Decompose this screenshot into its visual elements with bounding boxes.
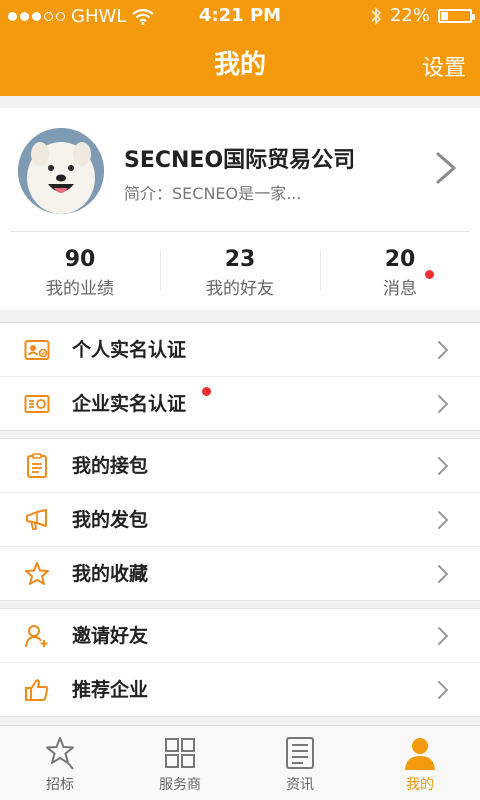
unread-badge — [425, 270, 434, 279]
referral-group: 邀请好友 推荐企业 — [0, 608, 480, 717]
tab-mine[interactable]: 我的 — [360, 726, 480, 800]
stat-value: 23 — [224, 247, 256, 272]
divider — [10, 231, 470, 232]
stat-value: 20 — [384, 247, 416, 272]
chevron-right-icon — [438, 341, 449, 359]
tab-label: 我的 — [406, 777, 434, 793]
status-right: 22% — [370, 5, 475, 26]
stat-label-wrap: 消息 — [383, 270, 434, 299]
bluetooth-icon — [371, 6, 382, 25]
chevron-right-icon — [438, 681, 449, 699]
list-item-label: 企业实名认证 — [72, 393, 187, 415]
star-icon — [25, 562, 49, 585]
stat-value: 90 — [64, 247, 96, 272]
stats-row: 90 我的业绩 23 我的好友 20 消息 — [0, 241, 480, 301]
list-item-label: 我的发包 — [72, 509, 149, 531]
thumbs-up-icon — [25, 679, 49, 701]
verification-group: 个人实名认证 企业实名认证 — [0, 322, 480, 431]
id-card-icon — [24, 340, 50, 360]
stat-performance[interactable]: 90 我的业绩 — [0, 241, 160, 301]
tab-news[interactable]: 资讯 — [240, 726, 360, 800]
clipboard-icon — [27, 453, 47, 478]
settings-button[interactable]: 设置 — [422, 50, 466, 82]
company-intro: 简介：SECNEO是一家... — [124, 184, 302, 203]
megaphone-icon — [26, 509, 47, 530]
tab-label: 资讯 — [286, 777, 314, 793]
stat-label: 消息 — [383, 279, 417, 299]
list-item-my-published[interactable]: 我的发包 — [0, 492, 480, 546]
notification-badge — [202, 387, 211, 396]
list-item-my-received[interactable]: 我的接包 — [0, 439, 480, 492]
tab-label: 服务商 — [159, 777, 201, 793]
tab-bidding[interactable]: 招标 — [0, 726, 120, 800]
list-item-label: 邀请好友 — [72, 625, 149, 647]
chevron-right-icon — [438, 627, 449, 645]
grid-icon — [165, 738, 195, 768]
list-item-label: 个人实名认证 — [72, 339, 187, 361]
list-item-label: 我的收藏 — [72, 563, 149, 585]
list-item-invite-friends[interactable]: 邀请好友 — [0, 609, 480, 662]
chevron-right-icon — [438, 565, 449, 583]
news-icon — [286, 737, 314, 769]
chevron-right-icon — [438, 457, 449, 475]
list-item-label: 我的接包 — [72, 455, 149, 477]
chevron-right-icon — [438, 395, 449, 413]
person-icon — [405, 738, 435, 770]
list-item-company-verification[interactable]: 企业实名认证 — [0, 376, 480, 430]
stat-label: 我的好友 — [206, 279, 274, 299]
chevron-right-icon[interactable] — [434, 150, 458, 186]
list-item-my-favorites[interactable]: 我的收藏 — [0, 546, 480, 600]
top-bar: GHWL 4:21 PM 22% 我的 设置 — [0, 0, 480, 96]
chevron-right-icon — [438, 511, 449, 529]
add-user-icon — [25, 625, 48, 648]
page-title: 我的 — [213, 50, 266, 80]
tab-bar: 招标 服务商 资讯 我的 — [0, 725, 480, 800]
avatar[interactable] — [18, 128, 104, 214]
status-bar: GHWL 4:21 PM 22% — [0, 0, 480, 32]
stat-messages[interactable]: 20 消息 — [320, 241, 480, 301]
tab-providers[interactable]: 服务商 — [120, 726, 240, 800]
stat-friends[interactable]: 23 我的好友 — [160, 241, 320, 301]
list-item-label: 推荐企业 — [72, 679, 149, 701]
list-item-recommend-company[interactable]: 推荐企业 — [0, 662, 480, 716]
stat-label: 我的业绩 — [46, 279, 114, 299]
company-name: SECNEO国际贸易公司 — [124, 148, 356, 173]
battery-icon — [438, 8, 475, 23]
profile-card[interactable]: SECNEO国际贸易公司 简介：SECNEO是一家... 90 我的业绩 23 … — [0, 108, 480, 310]
list-item-personal-verification[interactable]: 个人实名认证 — [0, 323, 480, 376]
packages-group: 我的接包 我的发包 我的收藏 — [0, 438, 480, 601]
tab-label: 招标 — [46, 777, 74, 793]
battery-percent: 22% — [389, 5, 430, 26]
star-pin-icon — [46, 737, 74, 770]
certificate-icon — [24, 395, 50, 413]
